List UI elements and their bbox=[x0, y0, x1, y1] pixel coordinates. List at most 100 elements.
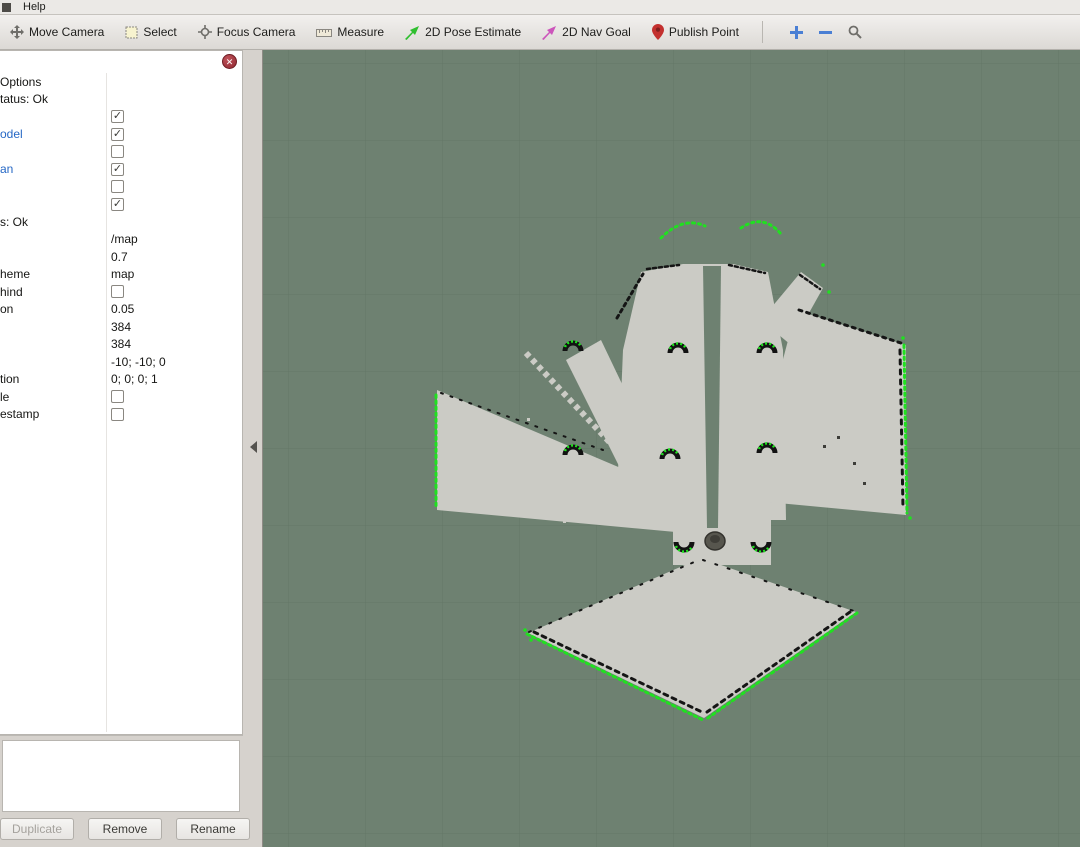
property-value[interactable]: 0; 0; 0; 1 bbox=[106, 372, 158, 386]
property-row: -10; -10; 0 bbox=[0, 353, 242, 371]
checkbox-checked[interactable]: ✓ bbox=[111, 127, 124, 141]
checkbox-unchecked[interactable] bbox=[111, 390, 124, 404]
tool-measure[interactable]: Measure bbox=[312, 22, 388, 42]
remove-button[interactable]: Remove bbox=[88, 818, 162, 840]
property-row: odel ✓ bbox=[0, 126, 242, 144]
property-value[interactable]: 384 bbox=[106, 337, 131, 351]
property-label[interactable]: le bbox=[0, 390, 106, 404]
property-value bbox=[106, 145, 124, 159]
property-label[interactable]: heme bbox=[0, 267, 106, 281]
property-value[interactable]: 0.7 bbox=[106, 250, 128, 264]
panel-buttons: Duplicate Remove Rename bbox=[0, 818, 250, 840]
property-row: ✓ bbox=[0, 196, 242, 214]
tool-label: Publish Point bbox=[668, 25, 739, 39]
zoom-out-icon[interactable] bbox=[818, 26, 832, 39]
pose-estimate-icon bbox=[405, 25, 420, 40]
property-row: /map bbox=[0, 231, 242, 249]
property-row: on 0.05 bbox=[0, 301, 242, 319]
property-value: ✓ bbox=[106, 162, 124, 176]
menu-help[interactable]: Help bbox=[19, 1, 50, 13]
property-label[interactable]: on bbox=[0, 302, 106, 316]
property-row: 384 bbox=[0, 318, 242, 336]
displays-tree-rows: Options tatus: Ok ✓ odel ✓ an ✓ ✓ s: Ok/map 0.7 he… bbox=[0, 73, 242, 423]
measure-icon bbox=[316, 28, 333, 37]
tool-2d-nav-goal[interactable]: 2D Nav Goal bbox=[538, 22, 635, 43]
property-value bbox=[106, 390, 124, 404]
robot-marker bbox=[704, 531, 726, 551]
property-row: 384 bbox=[0, 336, 242, 354]
tool-publish-point[interactable]: Publish Point bbox=[648, 21, 743, 43]
property-row: 0.7 bbox=[0, 248, 242, 266]
property-value bbox=[106, 180, 124, 194]
tool-focus-camera[interactable]: Focus Camera bbox=[194, 22, 300, 42]
displays-panel: ✕ Options tatus: Ok ✓ odel ✓ an ✓ ✓ s: Ok/map 0.7… bbox=[0, 50, 250, 847]
tool-label: 2D Nav Goal bbox=[562, 25, 631, 39]
property-label[interactable]: tion bbox=[0, 372, 106, 386]
property-label[interactable]: odel bbox=[0, 127, 106, 141]
property-row: an ✓ bbox=[0, 161, 242, 179]
focus-camera-icon bbox=[197, 25, 212, 39]
checkbox-checked[interactable]: ✓ bbox=[111, 162, 124, 176]
zoom-controls bbox=[789, 25, 862, 39]
property-row bbox=[0, 143, 242, 161]
property-row: heme map bbox=[0, 266, 242, 284]
checkbox-unchecked[interactable] bbox=[111, 145, 124, 159]
menubar: Help bbox=[0, 0, 1080, 15]
property-row: Options bbox=[0, 73, 242, 91]
toolbar: Move Camera Select Focus Camera Measure … bbox=[0, 15, 1080, 50]
3d-viewport-canvas[interactable] bbox=[263, 50, 1080, 847]
move-camera-icon bbox=[10, 25, 24, 39]
property-value: ✓ bbox=[106, 110, 124, 124]
tool-label: Focus Camera bbox=[216, 25, 296, 39]
property-label[interactable]: tatus: Ok bbox=[0, 92, 106, 106]
property-value[interactable]: map bbox=[106, 267, 134, 281]
property-label[interactable]: an bbox=[0, 162, 106, 176]
close-panel-icon[interactable]: ✕ bbox=[222, 54, 237, 69]
property-row: le bbox=[0, 388, 242, 406]
property-value[interactable]: 384 bbox=[106, 320, 131, 334]
checkbox-unchecked[interactable] bbox=[111, 285, 124, 299]
description-box bbox=[2, 740, 240, 812]
duplicate-button[interactable]: Duplicate bbox=[0, 818, 74, 840]
property-row: tatus: Ok bbox=[0, 91, 242, 109]
rename-button[interactable]: Rename bbox=[176, 818, 250, 840]
property-value[interactable]: /map bbox=[106, 232, 138, 246]
checkbox-unchecked[interactable] bbox=[111, 407, 124, 421]
publish-point-icon bbox=[651, 24, 664, 40]
app-icon bbox=[2, 2, 11, 12]
property-value: ✓ bbox=[106, 127, 124, 141]
property-value bbox=[106, 285, 124, 299]
property-row: ✓ bbox=[0, 108, 242, 126]
select-icon bbox=[125, 26, 138, 38]
3d-viewport[interactable] bbox=[262, 50, 1080, 847]
property-label[interactable]: s: Ok bbox=[0, 215, 106, 229]
property-row bbox=[0, 178, 242, 196]
displays-tree: ✕ Options tatus: Ok ✓ odel ✓ an ✓ ✓ s: Ok/map 0.7… bbox=[0, 50, 243, 735]
property-row: tion 0; 0; 0; 1 bbox=[0, 371, 242, 389]
tool-label: Move Camera bbox=[29, 25, 105, 39]
property-row: s: Ok bbox=[0, 213, 242, 231]
tool-label: 2D Pose Estimate bbox=[425, 25, 522, 39]
property-label[interactable]: hind bbox=[0, 285, 106, 299]
property-label[interactable]: estamp bbox=[0, 407, 106, 421]
checkbox-checked[interactable]: ✓ bbox=[111, 197, 124, 211]
checkbox-checked[interactable]: ✓ bbox=[111, 110, 124, 124]
zoom-in-icon[interactable] bbox=[789, 25, 803, 39]
property-row: hind bbox=[0, 283, 242, 301]
tool-select[interactable]: Select bbox=[121, 22, 180, 42]
tool-2d-pose-estimate[interactable]: 2D Pose Estimate bbox=[401, 22, 525, 43]
toolbar-separator bbox=[761, 21, 763, 43]
magnifier-icon[interactable] bbox=[848, 25, 862, 39]
property-value: ✓ bbox=[106, 197, 124, 211]
property-row: estamp bbox=[0, 406, 242, 424]
nav-goal-icon bbox=[542, 25, 557, 40]
tool-move-camera[interactable]: Move Camera bbox=[6, 22, 108, 42]
property-value[interactable]: -10; -10; 0 bbox=[106, 355, 166, 369]
property-label[interactable]: Options bbox=[0, 75, 106, 89]
tool-label: Measure bbox=[337, 25, 385, 39]
checkbox-unchecked[interactable] bbox=[111, 180, 124, 194]
panel-collapse-handle[interactable] bbox=[250, 441, 257, 453]
tool-label: Select bbox=[143, 25, 177, 39]
property-value bbox=[106, 407, 124, 421]
property-value[interactable]: 0.05 bbox=[106, 302, 134, 316]
